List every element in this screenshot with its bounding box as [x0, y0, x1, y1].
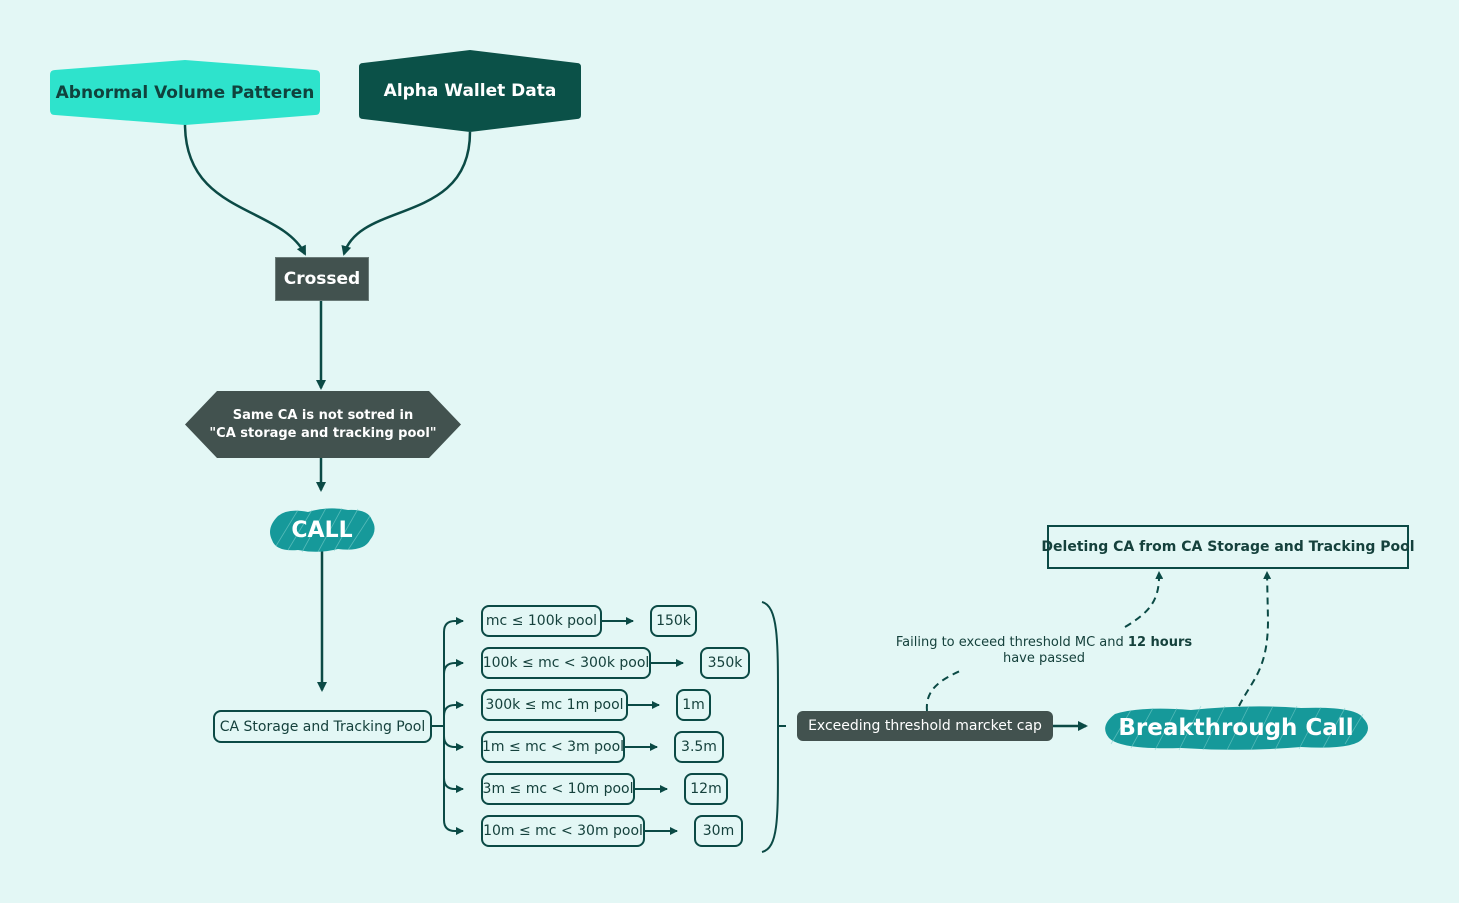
deleting-node[interactable]: Deleting CA from CA Storage and Tracking… — [1041, 525, 1415, 569]
abnormal-volume-label: Abnormal Volume Patteren — [55, 82, 315, 103]
storage-pool-label: CA Storage and Tracking Pool — [219, 718, 426, 735]
pool-range[interactable]: 1m ≤ mc < 3m pool — [481, 731, 625, 763]
edge-note-to-deleting — [1124, 571, 1164, 628]
crossed-label: Crossed — [283, 269, 361, 289]
alpha-wallet-label: Alpha Wallet Data — [383, 81, 557, 101]
exceeding-node[interactable]: Exceeding threshold marcket cap — [797, 711, 1053, 741]
storage-pool-node[interactable]: CA Storage and Tracking Pool — [213, 710, 432, 743]
pool-range[interactable]: 10m ≤ mc < 30m pool — [481, 815, 645, 847]
condition-line-2: "CA storage and tracking pool" — [209, 425, 437, 441]
edge-abnormal-to-crossed — [183, 123, 307, 256]
pool-range[interactable]: 300k ≤ mc 1m pool — [481, 689, 628, 721]
exceeding-label: Exceeding threshold marcket cap — [808, 718, 1042, 734]
condition-node[interactable]: Same CA is not sotred in "CA storage and… — [185, 391, 461, 458]
failing-note-line2: have passed — [1002, 651, 1086, 666]
alpha-wallet-node[interactable]: Alpha Wallet Data — [359, 50, 581, 132]
failing-note: Failing to exceed threshold MC and 12 ho… — [888, 634, 1200, 668]
crossed-node[interactable]: Crossed — [275, 257, 369, 301]
pool-range[interactable]: 100k ≤ mc < 300k pool — [481, 647, 651, 679]
pool-branch-trunk — [432, 620, 463, 832]
edge-breakthrough-to-deleting — [1238, 571, 1272, 707]
breakthrough-node[interactable]: Breakthrough Call — [1101, 704, 1371, 752]
breakthrough-label: Breakthrough Call — [1118, 715, 1354, 741]
pool-range[interactable]: mc ≤ 100k pool — [481, 605, 602, 637]
pool-threshold[interactable]: 3.5m — [674, 731, 724, 763]
failing-note-text: Failing to exceed threshold MC and — [895, 635, 1128, 650]
call-label: CALL — [291, 517, 353, 543]
pool-range[interactable]: 3m ≤ mc < 10m pool — [481, 773, 635, 805]
pool-threshold[interactable]: 30m — [694, 815, 743, 847]
edge-alpha-to-crossed — [341, 131, 472, 256]
edge-exceeding-to-note — [925, 670, 961, 712]
call-node[interactable]: CALL — [268, 506, 376, 554]
condition-line-1: Same CA is not sotred in — [232, 407, 414, 423]
pool-threshold[interactable]: 1m — [676, 689, 711, 721]
pool-threshold[interactable]: 12m — [684, 773, 728, 805]
pool-threshold[interactable]: 150k — [650, 605, 697, 637]
deleting-label: Deleting CA from CA Storage and Tracking… — [1041, 539, 1415, 555]
failing-note-duration: 12 hours — [1127, 635, 1193, 650]
abnormal-volume-node[interactable]: Abnormal Volume Patteren — [50, 60, 320, 125]
bracket — [761, 601, 779, 853]
pool-threshold[interactable]: 350k — [700, 647, 750, 679]
